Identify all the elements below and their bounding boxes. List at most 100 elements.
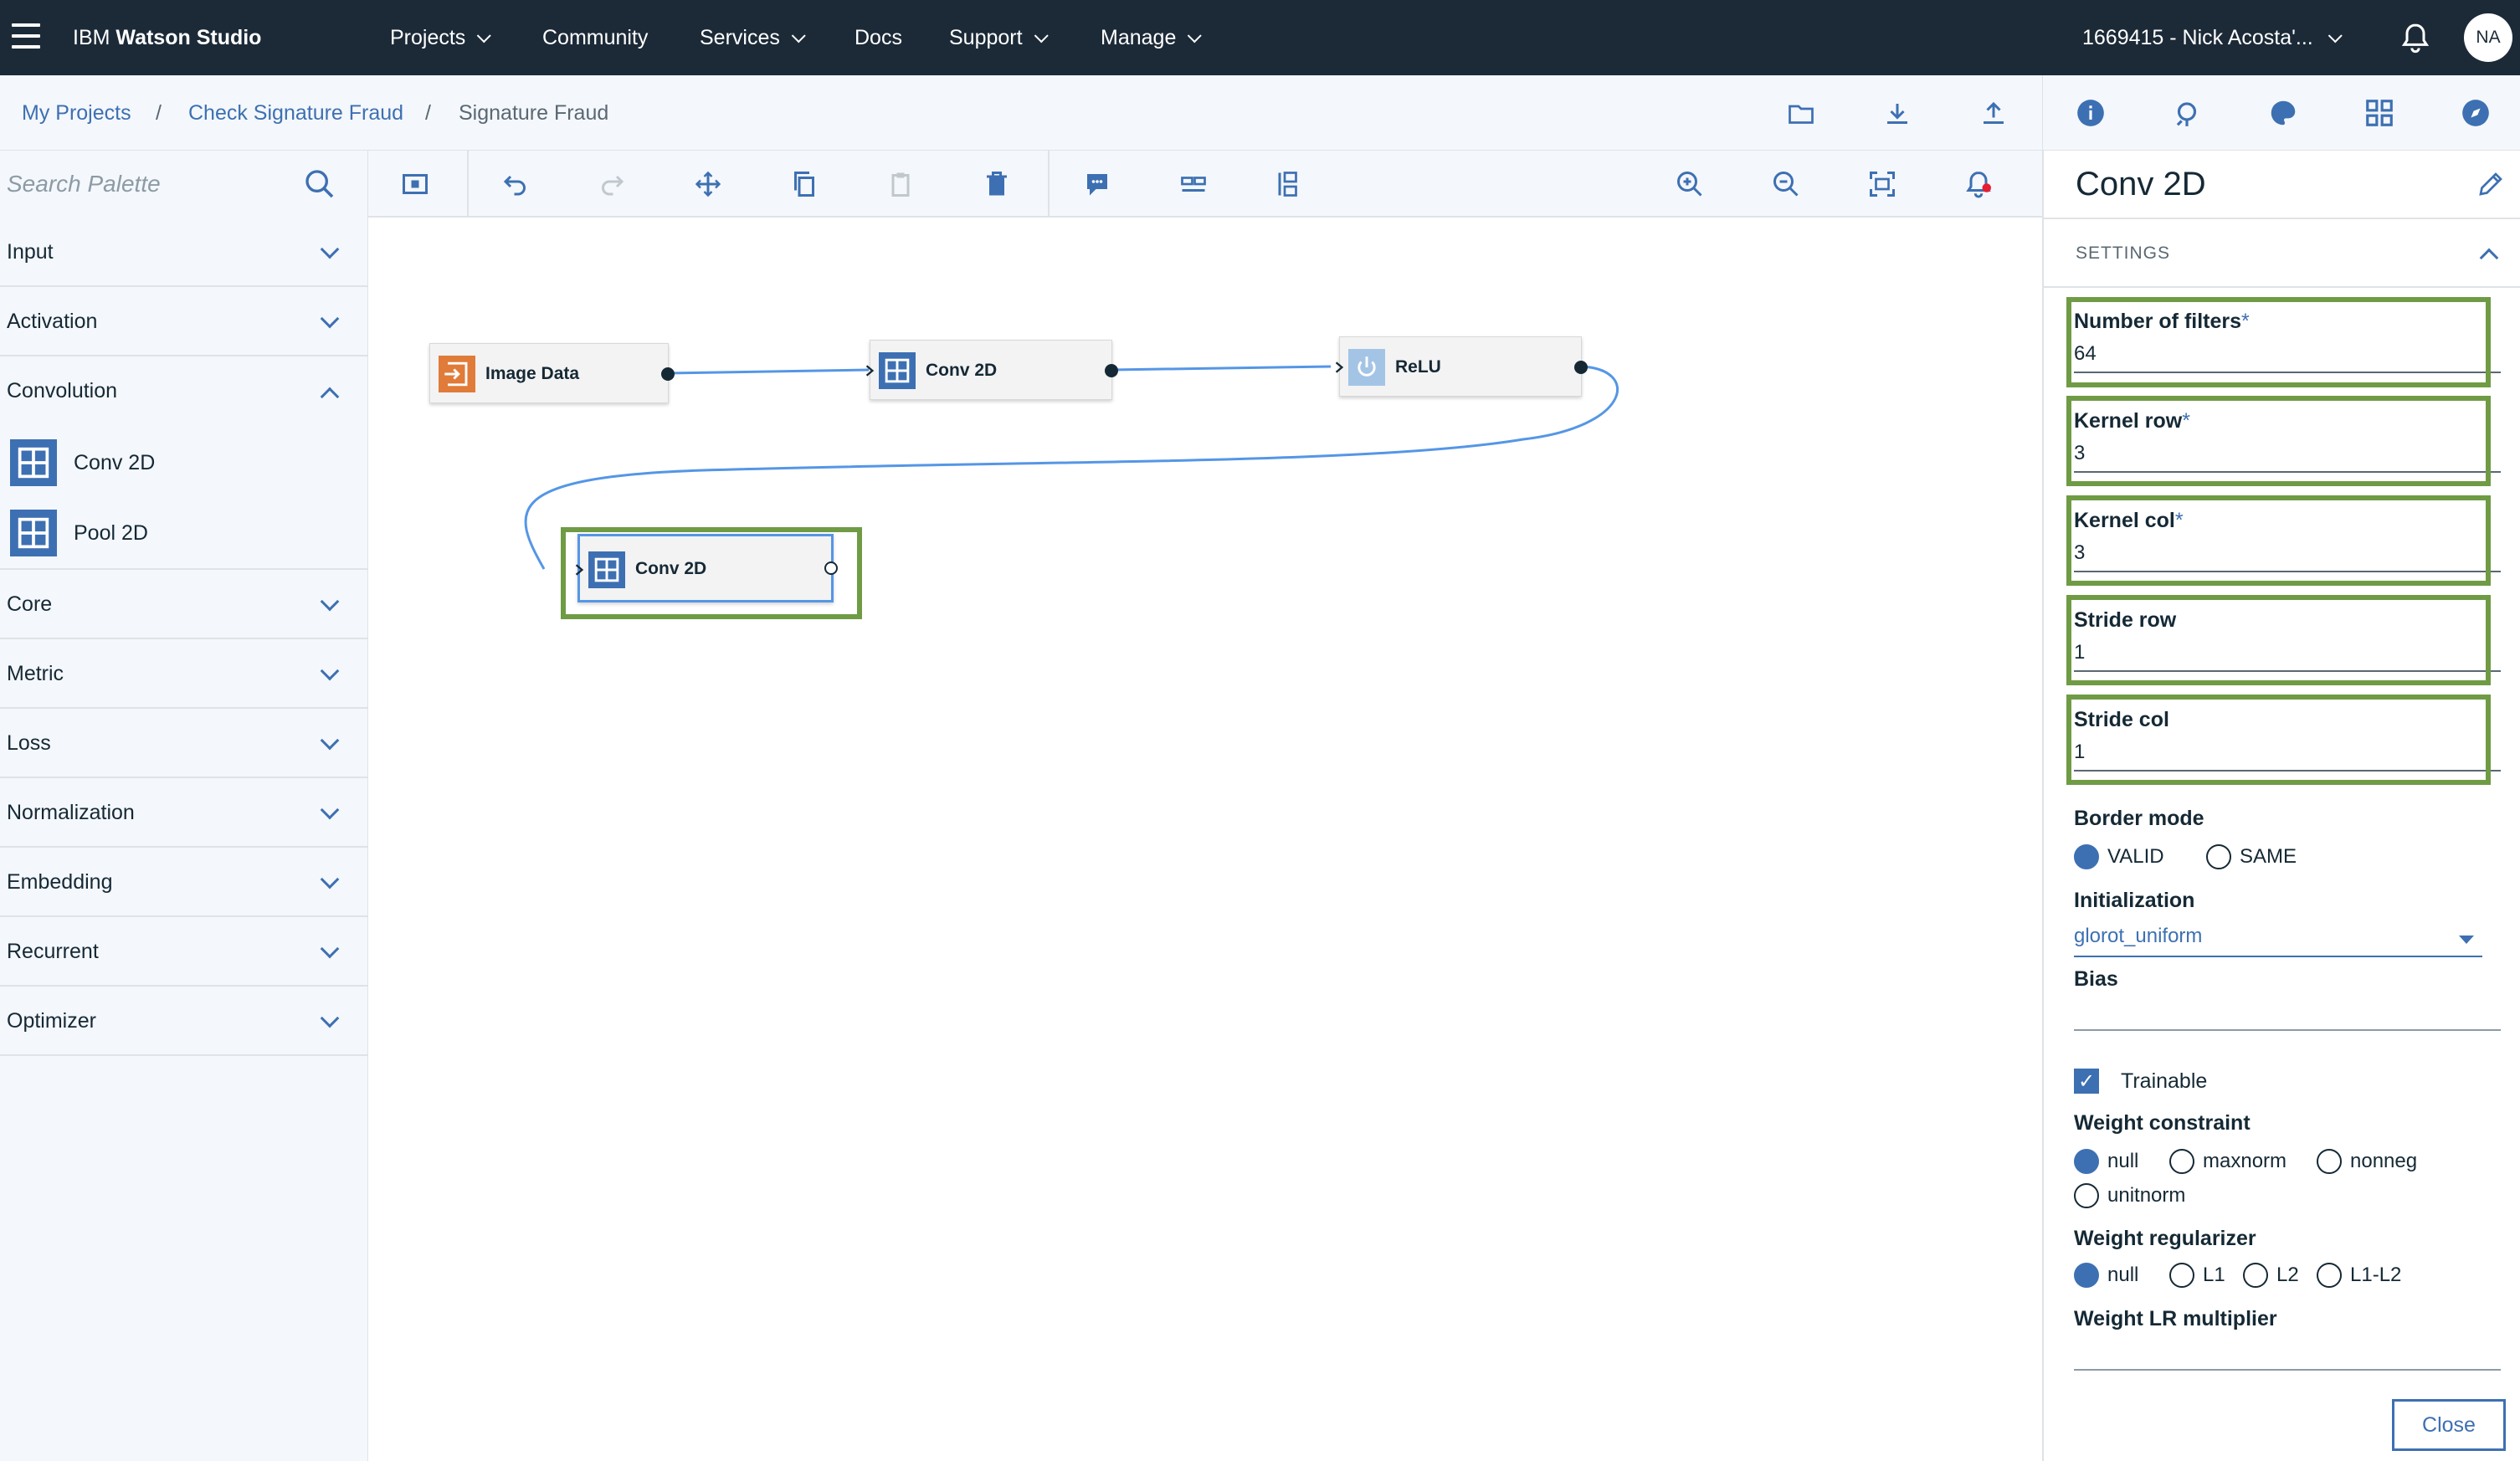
- palette-category-embedding[interactable]: Embedding: [0, 848, 368, 917]
- flow-canvas[interactable]: Image Data Conv 2D ReLU Conv 2D: [368, 218, 2042, 1461]
- nav-manage[interactable]: Manage: [1101, 0, 1203, 75]
- highlight-kernel-row: [2066, 396, 2491, 486]
- input-port-icon[interactable]: [573, 563, 585, 577]
- chevron-down-icon: [320, 1008, 340, 1028]
- info-icon[interactable]: [2075, 97, 2107, 129]
- weight-constraint-options: null maxnorm nonneg: [2074, 1145, 2492, 1178]
- node-image-data[interactable]: Image Data: [429, 343, 675, 403]
- zoom-in-icon[interactable]: [1675, 169, 1705, 199]
- close-button[interactable]: Close: [2392, 1399, 2506, 1451]
- radio-constraint-nonneg[interactable]: nonneg: [2317, 1145, 2417, 1178]
- search-icon[interactable]: [303, 167, 336, 201]
- radio-regularizer-null[interactable]: null: [2074, 1259, 2138, 1292]
- radio-regularizer-l1-l2[interactable]: L1-L2: [2317, 1259, 2401, 1292]
- nav-services[interactable]: Services: [700, 0, 806, 75]
- arrange-vertical-icon[interactable]: [1275, 169, 1305, 199]
- download-icon[interactable]: [1882, 99, 1912, 129]
- chevron-down-icon: [320, 939, 340, 959]
- menu-icon[interactable]: [12, 23, 40, 49]
- toolbar-divider: [467, 151, 469, 218]
- copy-icon[interactable]: [789, 169, 819, 199]
- radio-same[interactable]: SAME: [2206, 840, 2297, 874]
- radio-valid[interactable]: VALID: [2074, 840, 2164, 874]
- hyperparameter-icon[interactable]: [2171, 97, 2203, 129]
- nav-support[interactable]: Support: [949, 0, 1049, 75]
- breadcrumb-my-projects[interactable]: My Projects: [22, 75, 131, 151]
- arrange-horizontal-icon[interactable]: [1178, 169, 1209, 199]
- border-mode-field: Border mode: [2074, 807, 2204, 830]
- toolbar-divider: [1048, 151, 1050, 218]
- undo-icon[interactable]: [500, 169, 531, 199]
- user-avatar[interactable]: NA: [2464, 13, 2512, 62]
- nav-projects[interactable]: Projects: [390, 0, 492, 75]
- chevron-down-icon: [320, 239, 340, 259]
- node-relu[interactable]: ReLU: [1335, 336, 1588, 397]
- chevron-up-icon: [2479, 248, 2499, 268]
- input-port-icon[interactable]: [1333, 361, 1345, 374]
- notification-bell-icon[interactable]: [2399, 21, 2432, 54]
- radio-constraint-unitnorm[interactable]: unitnorm: [2074, 1179, 2185, 1212]
- toggle-palette-icon[interactable]: [400, 169, 430, 199]
- zoom-to-fit-icon[interactable]: [1867, 169, 1897, 199]
- radio-constraint-null[interactable]: null: [2074, 1145, 2138, 1178]
- radio-constraint-maxnorm[interactable]: maxnorm: [2169, 1145, 2286, 1178]
- breadcrumb-project[interactable]: Check Signature Fraud: [188, 75, 403, 151]
- flow-links: [524, 365, 1619, 570]
- palette-category-activation[interactable]: Activation: [0, 287, 368, 356]
- caret-down-icon: [2459, 936, 2474, 944]
- nav-community[interactable]: Community: [542, 0, 648, 75]
- settings-section-header[interactable]: SETTINGS: [2044, 218, 2520, 288]
- palette-category-input[interactable]: Input: [0, 218, 368, 287]
- palette-item-conv2d[interactable]: Conv 2D: [0, 428, 368, 498]
- output-port[interactable]: [1574, 361, 1588, 374]
- brand-logo[interactable]: IBM Watson Studio: [73, 0, 261, 75]
- radio-regularizer-l1[interactable]: L1: [2169, 1259, 2225, 1292]
- bias-input[interactable]: [2074, 994, 2501, 1031]
- link-conv2d-relu: [1111, 365, 1332, 372]
- conv2d-icon: [10, 439, 57, 486]
- zoom-out-icon[interactable]: [1771, 169, 1801, 199]
- edit-pencil-icon[interactable]: [2476, 169, 2506, 199]
- trainable-checkbox[interactable]: ✓ Trainable: [2074, 1064, 2207, 1098]
- radio-regularizer-l2[interactable]: L2: [2243, 1259, 2299, 1292]
- grid-icon[interactable]: [2363, 97, 2395, 129]
- delete-icon[interactable]: [982, 169, 1012, 199]
- palette-category-convolution[interactable]: Convolution: [0, 356, 368, 426]
- panel-title: Conv 2D: [2076, 166, 2206, 202]
- highlight-stride-row: [2066, 595, 2491, 685]
- palette-category-loss[interactable]: Loss: [0, 709, 368, 778]
- node-conv2d-1[interactable]: Conv 2D: [865, 340, 1118, 400]
- output-port[interactable]: [1105, 364, 1118, 377]
- account-switcher[interactable]: 1669415 - Nick Acosta'...: [2082, 0, 2343, 75]
- palette-category-metric[interactable]: Metric: [0, 639, 368, 709]
- upload-icon[interactable]: [1979, 99, 2009, 129]
- folder-icon[interactable]: [1786, 99, 1816, 129]
- chevron-down-icon: [2328, 28, 2343, 44]
- palette-category-recurrent[interactable]: Recurrent: [0, 917, 368, 987]
- chevron-down-icon: [791, 28, 806, 44]
- highlight-kernel-col: [2066, 495, 2491, 586]
- weight-lr-multiplier-input[interactable]: [2074, 1334, 2501, 1371]
- palette-category-normalization[interactable]: Normalization: [0, 778, 368, 848]
- notifications-icon[interactable]: [1963, 169, 1994, 199]
- initialization-select[interactable]: glorot_uniform: [2074, 919, 2482, 957]
- pool2d-icon: [10, 510, 57, 556]
- cut-icon[interactable]: [693, 169, 723, 199]
- chevron-down-icon: [320, 730, 340, 751]
- palette-icon[interactable]: [2267, 97, 2299, 129]
- chevron-down-icon: [1188, 28, 1203, 44]
- conv2d-icon: [879, 352, 916, 389]
- weight-constraint-options-row2: unitnorm: [2074, 1179, 2492, 1212]
- chevron-down-icon: [320, 661, 340, 681]
- breadcrumb-separator: /: [156, 101, 162, 125]
- input-port-icon[interactable]: [864, 364, 875, 377]
- output-port[interactable]: [824, 561, 838, 575]
- nav-docs[interactable]: Docs: [855, 0, 902, 75]
- comment-icon[interactable]: [1082, 169, 1112, 199]
- palette-category-core[interactable]: Core: [0, 570, 368, 639]
- palette-item-pool2d[interactable]: Pool 2D: [0, 498, 368, 570]
- output-port[interactable]: [661, 367, 675, 381]
- node-conv2d-2[interactable]: Conv 2D: [575, 534, 838, 602]
- compass-icon[interactable]: [2460, 97, 2492, 129]
- palette-category-optimizer[interactable]: Optimizer: [0, 987, 368, 1056]
